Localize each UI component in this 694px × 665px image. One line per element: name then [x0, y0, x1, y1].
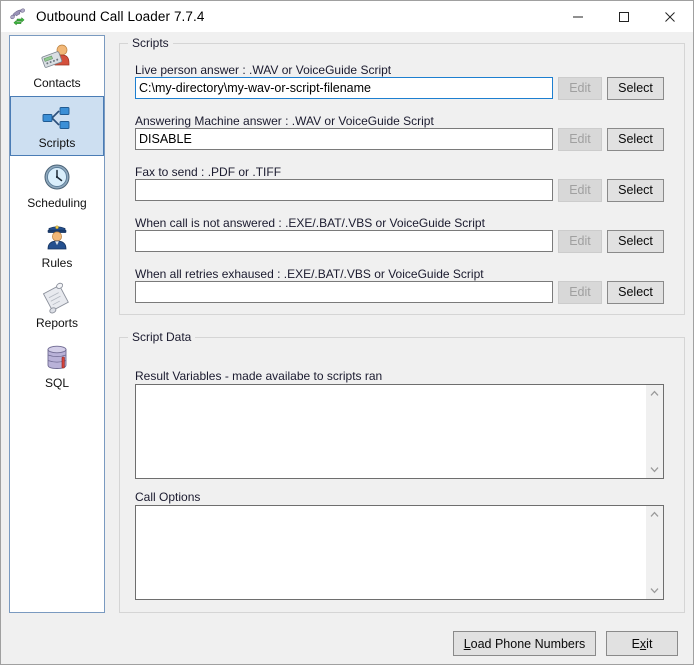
call-options-scrollbar[interactable] [646, 506, 663, 599]
sidebar-item-label: Scripts [38, 136, 76, 150]
sidebar-item-reports[interactable]: Reports [10, 276, 104, 336]
sidebar-item-label: Reports [35, 316, 79, 330]
minimize-button[interactable] [555, 1, 601, 32]
exit-rest: it [646, 637, 653, 651]
answering-machine-answer-select-button[interactable]: Select [607, 128, 664, 151]
live-person-answer-edit-button[interactable]: Edit [558, 77, 602, 100]
result-variables-textarea[interactable] [136, 385, 646, 478]
answering-machine-answer-input[interactable] [135, 128, 553, 150]
load-phone-numbers-button[interactable]: Load Phone Numbers [453, 631, 596, 656]
live-person-answer-select-button[interactable]: Select [607, 77, 664, 100]
sidebar-item-scheduling[interactable]: Scheduling [10, 156, 104, 216]
result-variables-label: Result Variables - made availabe to scri… [135, 369, 383, 383]
phone-sync-icon [10, 8, 28, 26]
result-variables-scrollbar[interactable] [646, 385, 663, 478]
sidebar-item-contacts[interactable]: Contacts [10, 36, 104, 96]
scripts-groupbox-title: Scripts [128, 36, 173, 50]
sidebar-item-label: SQL [44, 376, 69, 390]
call-not-answered-select-button[interactable]: Select [607, 230, 664, 253]
scroll-down-icon[interactable] [646, 461, 663, 478]
retries-exhausted-edit-button[interactable]: Edit [558, 281, 602, 304]
sidebar-item-scripts[interactable]: Scripts [10, 96, 104, 156]
scroll-down-icon[interactable] [646, 582, 663, 599]
close-button[interactable] [647, 1, 693, 32]
maximize-icon [619, 11, 629, 22]
call-not-answered-input[interactable] [135, 230, 553, 252]
clock-icon [40, 161, 74, 195]
sidebar-item-label: Scheduling [27, 196, 87, 210]
sidebar-item-sql[interactable]: SQL [10, 336, 104, 396]
script-data-groupbox-title: Script Data [128, 330, 196, 344]
database-icon [40, 341, 74, 375]
answering-machine-answer-label: Answering Machine answer : .WAV or Voice… [135, 114, 434, 128]
exit-pre: E [631, 637, 640, 651]
live-person-answer-input[interactable] [135, 77, 553, 99]
answering-machine-answer-edit-button[interactable]: Edit [558, 128, 602, 151]
scroll-icon [40, 281, 74, 315]
call-options-textarea[interactable] [136, 506, 646, 599]
sidebar-item-label: Rules [41, 256, 73, 270]
load-phone-numbers-rest: oad Phone Numbers [470, 637, 586, 651]
retries-exhausted-input[interactable] [135, 281, 553, 303]
load-phone-numbers-accel: L [463, 637, 471, 651]
result-variables-field-wrap [135, 384, 664, 479]
sidebar-item-rules[interactable]: Rules [10, 216, 104, 276]
fax-to-send-select-button[interactable]: Select [607, 179, 664, 202]
scripts-icon [40, 101, 74, 135]
call-not-answered-label: When call is not answered : .EXE/.BAT/.V… [135, 216, 485, 230]
maximize-button[interactable] [601, 1, 647, 32]
scroll-up-icon[interactable] [646, 506, 663, 523]
title-bar: Outbound Call Loader 7.7.4 [1, 1, 693, 32]
sidebar-nav: Contacts Scripts Scheduling Rules Report… [9, 35, 105, 613]
application-window: Outbound Call Loader 7.7.4 Contacts Scri… [0, 0, 694, 665]
sidebar-item-label: Contacts [33, 76, 81, 90]
window-title: Outbound Call Loader 7.7.4 [36, 9, 205, 24]
minimize-icon [573, 16, 583, 17]
exit-button[interactable]: Exit [606, 631, 678, 656]
fax-to-send-edit-button[interactable]: Edit [558, 179, 602, 202]
retries-exhausted-select-button[interactable]: Select [607, 281, 664, 304]
call-options-field-wrap [135, 505, 664, 600]
officer-icon [40, 221, 74, 255]
fax-to-send-label: Fax to send : .PDF or .TIFF [135, 165, 282, 179]
fax-to-send-input[interactable] [135, 179, 553, 201]
call-options-label: Call Options [135, 490, 201, 504]
live-person-answer-label: Live person answer : .WAV or VoiceGuide … [135, 63, 392, 77]
window-controls [555, 1, 693, 32]
call-not-answered-edit-button[interactable]: Edit [558, 230, 602, 253]
scroll-up-icon[interactable] [646, 385, 663, 402]
retries-exhausted-label: When all retries exhaused : .EXE/.BAT/.V… [135, 267, 484, 281]
contacts-icon [40, 41, 74, 75]
close-icon [665, 11, 675, 22]
